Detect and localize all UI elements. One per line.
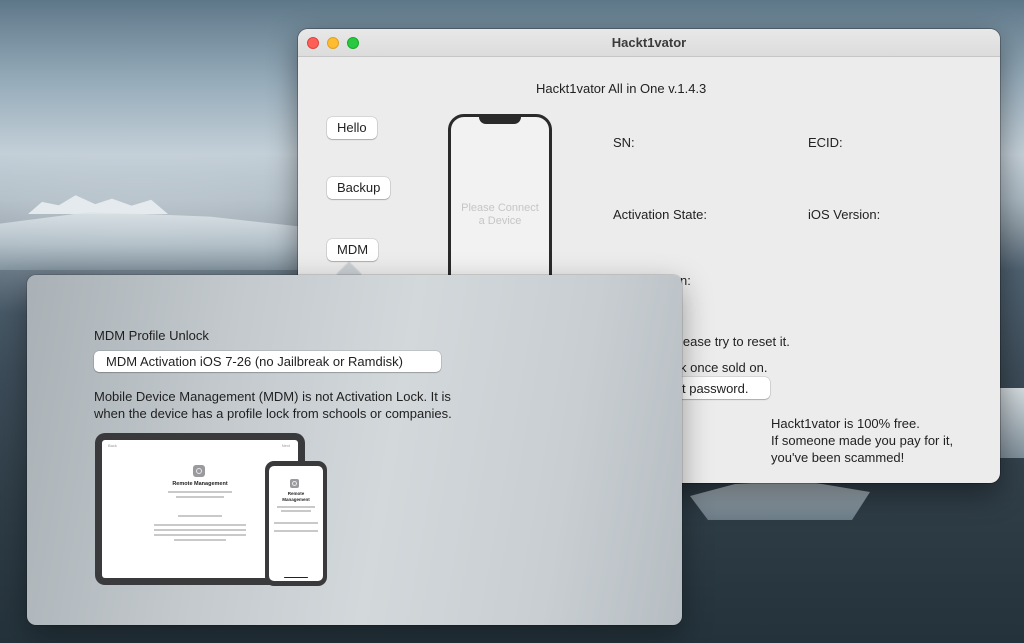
window-title: Hackt1vator <box>611 35 687 50</box>
ecid-label: ECID: <box>808 135 843 150</box>
mdm-method-button[interactable]: MDM Activation iOS 7-26 (no Jailbreak or… <box>94 351 441 372</box>
partially-hidden-text: k once sold on. <box>680 360 768 375</box>
wallpaper-mountains <box>28 195 168 214</box>
phone-notch <box>479 114 521 124</box>
settings-gear-icon <box>193 465 205 477</box>
ipad-text-line <box>178 515 222 517</box>
ipad-next-text: Next <box>281 443 290 448</box>
title-bar[interactable]: Hackt1vator <box>298 29 1000 57</box>
iphone-text-line <box>277 506 315 508</box>
wallpaper-ice-floe <box>690 480 870 520</box>
ipad-text-line <box>176 496 224 498</box>
ipad-text-line <box>154 524 246 526</box>
ipad-text-line <box>168 491 232 493</box>
iphone-text-line <box>281 510 311 512</box>
ipad-text-line <box>154 534 246 536</box>
connect-device-text: Please Connect a Device <box>461 202 539 227</box>
mdm-button[interactable]: MDM <box>327 239 379 261</box>
sn-label: SN: <box>613 135 635 150</box>
app-heading: Hackt1vator All in One v.1.4.3 <box>536 81 707 96</box>
settings-gear-icon <box>290 479 299 488</box>
iphone-field-line <box>274 522 318 524</box>
mdm-description: Mobile Device Management (MDM) is not Ac… <box>94 389 452 421</box>
mdm-popover: MDM Profile Unlock MDM Activation iOS 7-… <box>27 275 682 625</box>
iphone-illustration: Remote Management <box>265 461 327 586</box>
backup-button[interactable]: Backup <box>327 177 391 199</box>
ipad-text-line <box>154 529 246 531</box>
partially-hidden-button-label: t password. <box>682 381 749 396</box>
ios-version-label: iOS Version: <box>808 207 881 222</box>
wallpaper-glacier <box>0 212 300 270</box>
mdm-popover-title: MDM Profile Unlock <box>94 328 209 343</box>
iphone-screen: Remote Management <box>269 466 323 581</box>
ipad-text-line <box>174 539 226 541</box>
hello-button[interactable]: Hello <box>327 117 377 139</box>
activation-state-label: Activation State: <box>613 207 707 222</box>
partially-hidden-text: lease try to reset it. <box>680 334 790 349</box>
iphone-field-line <box>274 530 318 532</box>
home-indicator <box>284 576 308 578</box>
iphone-remote-management-title: Remote Management <box>282 491 310 502</box>
wallpaper-ice-floe <box>998 388 1024 458</box>
ipad-back-text: Back <box>108 443 117 448</box>
free-notice: Hackt1vator is 100% free. If someone mad… <box>771 416 954 465</box>
